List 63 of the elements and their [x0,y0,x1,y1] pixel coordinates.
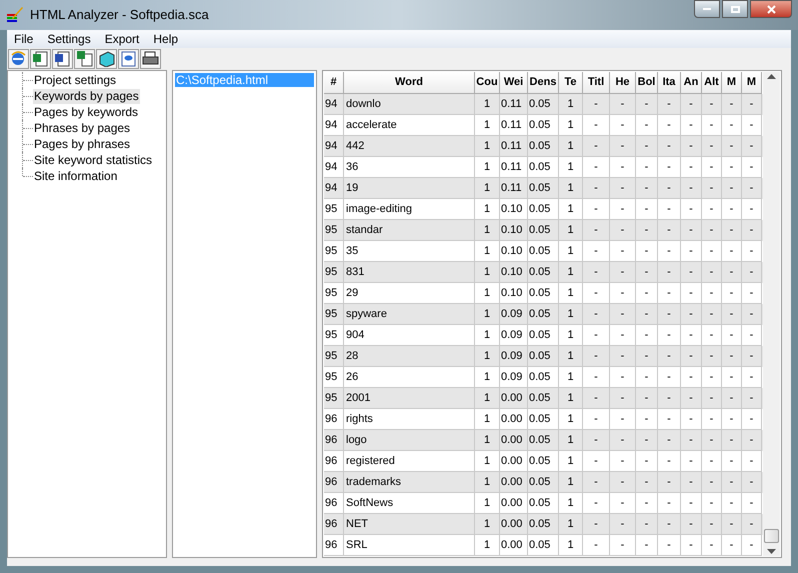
tree-item[interactable]: Site information [33,168,118,184]
table-cell: 0.05 [528,535,559,556]
close-button[interactable] [750,0,792,18]
column-header[interactable]: Dens [528,72,559,94]
table-cell: - [681,535,702,556]
menu-item[interactable]: Export [98,30,146,48]
column-header[interactable]: Titl [583,72,610,94]
close-icon [766,4,776,14]
toolbar-icon [54,50,71,67]
toolbar-button[interactable] [30,48,51,68]
column-header[interactable]: Wei [500,72,528,94]
scroll-thumb[interactable] [764,529,779,543]
toolbar-icon [98,50,115,67]
toolbar-button[interactable] [140,48,161,68]
column-header[interactable]: Te [559,72,583,94]
table-cell: - [702,535,722,556]
toolbar-icon [142,50,159,67]
table-cell: 0.00 [500,535,528,556]
tree-item[interactable]: Pages by phrases [33,136,132,152]
tree-item[interactable]: Phrases by pages [33,120,132,136]
scroll-up-icon[interactable] [767,74,776,79]
minimize-icon [703,8,711,10]
table-cell: 1 [475,535,500,556]
toolbar-icon [10,50,27,67]
table-cell: - [658,535,681,556]
tree-item[interactable]: Keywords by pages [33,88,140,104]
toolbar-button[interactable] [52,48,73,68]
table-cell: 96 [324,535,344,556]
table-cell: - [636,535,658,556]
menu-item[interactable]: File [7,30,40,48]
column-header[interactable]: Alt [702,72,722,94]
table-cell: - [583,535,610,556]
toolbar-button[interactable] [74,48,95,68]
app-icon [6,6,24,24]
scrollbar[interactable] [763,72,780,556]
maximize-icon [730,6,740,12]
window-title: HTML Analyzer - Softpedia.sca [30,6,209,24]
toolbar-icon [32,50,49,67]
menu-item[interactable]: Settings [40,30,98,48]
toolbar-button[interactable] [96,48,117,68]
column-header[interactable]: Ita [658,72,681,94]
column-header[interactable]: Word [344,72,475,94]
column-header[interactable]: Cou [475,72,500,94]
table-cell: - [722,535,742,556]
table-cell: - [610,535,636,556]
table-cell: SRL [344,535,475,556]
tree-item[interactable]: Pages by keywords [33,104,140,120]
toolbar-icon [76,50,93,67]
column-header[interactable]: M [742,72,762,94]
toolbar-icon [120,50,137,67]
tree-item[interactable]: Project settings [33,72,118,88]
table-cell: 1 [559,535,583,556]
menu-item[interactable]: Help [146,30,186,48]
table-cell: - [742,535,762,556]
column-header[interactable]: # [324,72,344,94]
scroll-down-icon[interactable] [767,549,776,554]
minimize-button[interactable] [694,0,720,18]
column-header[interactable]: He [610,72,636,94]
column-header[interactable]: An [681,72,702,94]
column-header[interactable]: M [722,72,742,94]
column-header[interactable]: Bol [636,72,658,94]
tree-item[interactable]: Site keyword statistics [33,152,154,168]
maximize-button[interactable] [722,0,748,18]
